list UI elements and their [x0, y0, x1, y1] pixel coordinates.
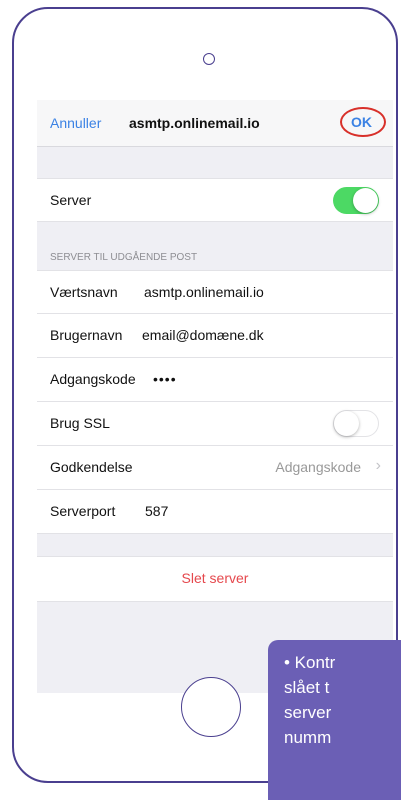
password-row[interactable]: Adgangskode ••••: [37, 358, 393, 402]
nav-title: asmtp.onlinemail.io: [129, 115, 260, 131]
ssl-label: Brug SSL: [50, 415, 110, 431]
authentication-label: Godkendelse: [50, 459, 133, 475]
section-header: SERVER TIL UDGÅENDE POST: [50, 252, 198, 263]
server-port-label: Serverport: [50, 503, 116, 519]
toggle-knob: [353, 188, 378, 213]
hostname-field[interactable]: asmtp.onlinemail.io: [144, 284, 264, 300]
password-label: Adgangskode: [50, 371, 136, 387]
server-label: Server: [50, 192, 92, 208]
navigation-bar: Annuller asmtp.onlinemail.io OK: [37, 100, 393, 147]
password-field[interactable]: ••••: [153, 371, 177, 387]
server-row: Server: [37, 178, 393, 222]
mail-settings-screen: Annuller asmtp.onlinemail.io OK Server S…: [37, 100, 393, 693]
home-button-icon: [181, 677, 241, 737]
username-row[interactable]: Brugernavn email@domæne.dk: [37, 314, 393, 358]
ok-button[interactable]: OK: [351, 114, 372, 130]
username-field[interactable]: email@domæne.dk: [142, 327, 264, 343]
ssl-toggle[interactable]: [333, 410, 379, 437]
delete-server-button[interactable]: Slet server: [37, 570, 393, 586]
callout-box: • Kontr slået t server numm: [268, 640, 401, 800]
username-label: Brugernavn: [50, 327, 123, 343]
ssl-row: Brug SSL: [37, 402, 393, 446]
delete-server-row[interactable]: Slet server: [37, 556, 393, 602]
callout-text: • Kontr slået t server numm: [284, 653, 336, 747]
camera-dot-icon: [203, 53, 215, 65]
server-port-row[interactable]: Serverport 587: [37, 490, 393, 534]
hostname-row[interactable]: Værtsnavn asmtp.onlinemail.io: [37, 270, 393, 314]
server-toggle[interactable]: [333, 187, 379, 214]
cancel-button[interactable]: Annuller: [50, 115, 101, 131]
hostname-label: Værtsnavn: [50, 284, 118, 300]
chevron-right-icon: ›: [375, 457, 381, 474]
server-port-field[interactable]: 587: [145, 503, 168, 519]
authentication-value: Adgangskode: [275, 459, 361, 475]
authentication-row[interactable]: Godkendelse Adgangskode ›: [37, 446, 393, 490]
toggle-knob: [334, 411, 359, 436]
